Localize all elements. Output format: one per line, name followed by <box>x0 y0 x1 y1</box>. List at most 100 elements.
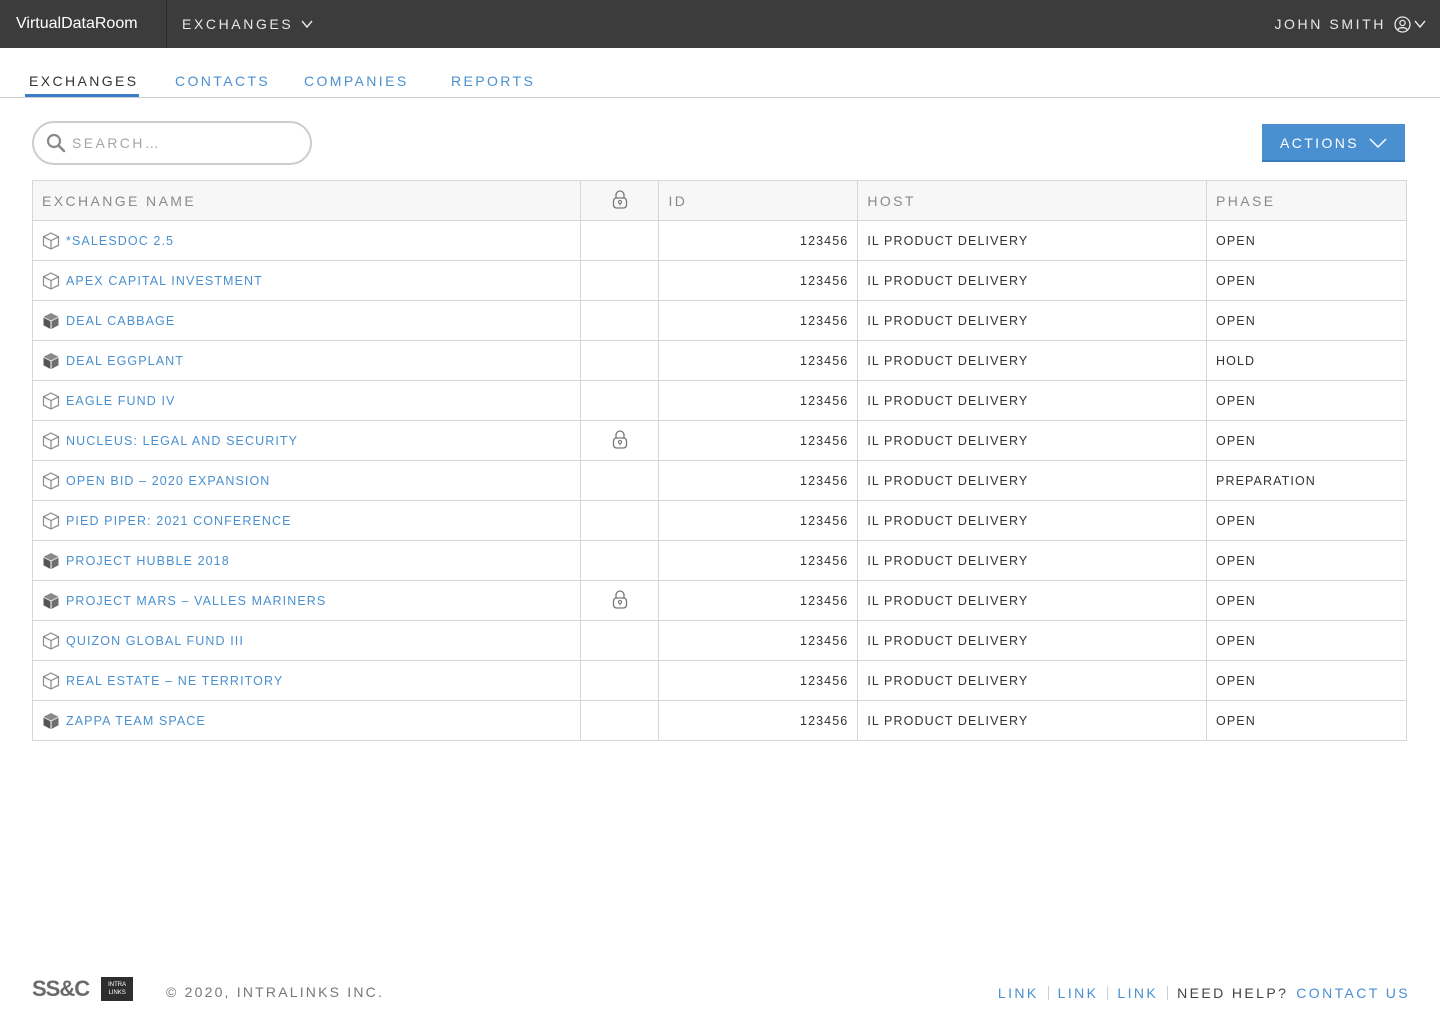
column-header-exchange-name[interactable]: EXCHANGE NAME <box>32 180 581 221</box>
exchange-name-cell[interactable]: PROJECT MARS – VALLES MARINERS <box>32 580 581 621</box>
id-cell: 123456 <box>658 620 859 661</box>
exchange-name-link[interactable]: ZAPPA TEAM SPACE <box>66 714 206 728</box>
phase-cell: HOLD <box>1206 340 1407 381</box>
box-filled-icon <box>43 352 59 369</box>
host-cell: IL PRODUCT DELIVERY <box>857 300 1208 341</box>
exchange-name-cell[interactable]: DEAL EGGPLANT <box>32 340 581 381</box>
search-box[interactable] <box>32 121 312 165</box>
exchange-name-link[interactable]: PROJECT HUBBLE 2018 <box>66 554 230 568</box>
lock-cell <box>579 660 660 701</box>
contact-us-link[interactable]: CONTACT US <box>1296 985 1410 1001</box>
box-outline-icon <box>42 671 60 690</box>
box-outline-icon <box>42 631 60 650</box>
host-cell: IL PRODUCT DELIVERY <box>857 220 1208 261</box>
lock-cell <box>579 620 660 661</box>
phase-cell: OPEN <box>1206 620 1407 661</box>
footer-link-1[interactable]: LINK <box>998 985 1039 1001</box>
phase-cell: OPEN <box>1206 300 1407 341</box>
box-filled-icon <box>43 312 59 329</box>
intralinks-logo-line2: LINKS <box>108 990 126 996</box>
box-filled-icon <box>43 592 59 609</box>
table-row[interactable]: PIED PIPER: 2021 CONFERENCE 123456 IL PROD… <box>32 500 1407 541</box>
id-cell: 123456 <box>658 220 859 261</box>
id-cell: 123456 <box>658 700 859 741</box>
footer-link-2[interactable]: LINK <box>1058 985 1099 1001</box>
table-row[interactable]: OPEN BID – 2020 EXPANSION 123456 IL PRODUC… <box>32 460 1407 501</box>
lock-icon <box>612 590 627 609</box>
lock-cell <box>579 300 660 341</box>
id-cell: 123456 <box>658 260 859 301</box>
tab-companies[interactable]: COMPANIES <box>304 73 409 89</box>
brand-logo[interactable]: VirtualDataRoom <box>0 0 167 48</box>
exchange-name-cell[interactable]: *SALESDOC 2.5 <box>32 220 581 261</box>
column-header-id[interactable]: ID <box>658 180 859 221</box>
tab-reports[interactable]: REPORTS <box>451 73 535 89</box>
table-row[interactable]: PROJECT HUBBLE 2018 123456 IL PRODUCT DELI… <box>32 540 1407 581</box>
host-cell: IL PRODUCT DELIVERY <box>857 540 1208 581</box>
intralinks-logo-line1: INTRA <box>108 982 127 988</box>
divider <box>1167 986 1169 1000</box>
table-row[interactable]: ZAPPA TEAM SPACE 123456 IL PRODUCT DELIVER… <box>32 700 1407 741</box>
exchange-name-link[interactable]: QUIZON GLOBAL FUND III <box>66 634 244 648</box>
host-cell: IL PRODUCT DELIVERY <box>857 500 1208 541</box>
exchange-name-cell[interactable]: ZAPPA TEAM SPACE <box>32 700 581 741</box>
exchange-name-cell[interactable]: QUIZON GLOBAL FUND III <box>32 620 581 661</box>
phase-cell: OPEN <box>1206 420 1407 461</box>
chevron-down-icon <box>301 20 313 29</box>
divider <box>1047 986 1049 1000</box>
active-tab-indicator <box>25 94 139 97</box>
table-row[interactable]: APEX CAPITAL INVESTMENT 123456 IL PRODUCT … <box>32 260 1407 301</box>
exchanges-dropdown[interactable]: EXCHANGES <box>167 0 313 48</box>
exchange-name-link[interactable]: DEAL CABBAGE <box>66 314 175 328</box>
company-logo: SS&C INTRA LINKS <box>32 976 134 1002</box>
exchange-name-cell[interactable]: APEX CAPITAL INVESTMENT <box>32 260 581 301</box>
exchange-name-link[interactable]: REAL ESTATE – NE TERRITORY <box>66 674 283 688</box>
ssc-logo: SS&C <box>32 976 90 1001</box>
column-header-host[interactable]: HOST <box>857 180 1208 221</box>
exchange-name-cell[interactable]: PROJECT HUBBLE 2018 <box>32 540 581 581</box>
host-cell: IL PRODUCT DELIVERY <box>857 420 1208 461</box>
table-row[interactable]: NUCLEUS: LEGAL AND SECURITY 123456 IL PROD… <box>32 420 1407 461</box>
table-row[interactable]: QUIZON GLOBAL FUND III 123456 IL PRODUCT D… <box>32 620 1407 661</box>
lock-cell <box>579 380 660 421</box>
table-row[interactable]: DEAL CABBAGE 123456 IL PRODUCT DELIVERY OPE… <box>32 300 1407 341</box>
actions-button[interactable]: ACTIONS <box>1262 124 1405 162</box>
user-name: JOHN SMITH <box>1274 16 1386 32</box>
exchange-name-link[interactable]: PIED PIPER: 2021 CONFERENCE <box>66 514 292 528</box>
exchange-name-link[interactable]: APEX CAPITAL INVESTMENT <box>66 274 263 288</box>
exchange-name-cell[interactable]: EAGLE FUND IV <box>32 380 581 421</box>
lock-icon <box>612 430 627 449</box>
table-row[interactable]: PROJECT MARS – VALLES MARINERS 123456 IL P… <box>32 580 1407 621</box>
column-header-lock[interactable] <box>579 180 660 221</box>
footer-link-3[interactable]: LINK <box>1117 985 1158 1001</box>
id-cell: 123456 <box>658 580 859 621</box>
phase-cell: OPEN <box>1206 540 1407 581</box>
phase-cell: OPEN <box>1206 220 1407 261</box>
exchange-name-link[interactable]: OPEN BID – 2020 EXPANSION <box>66 474 270 488</box>
box-filled-icon <box>43 712 59 729</box>
exchange-name-link[interactable]: *SALESDOC 2.5 <box>66 234 174 248</box>
box-filled-icon <box>43 552 59 569</box>
column-header-phase[interactable]: PHASE <box>1206 180 1407 221</box>
exchange-name-link[interactable]: EAGLE FUND IV <box>66 394 175 408</box>
exchange-name-cell[interactable]: PIED PIPER: 2021 CONFERENCE <box>32 500 581 541</box>
table-row[interactable]: DEAL EGGPLANT 123456 IL PRODUCT DELIVERY HO… <box>32 340 1407 381</box>
phase-cell: PREPARATION <box>1206 460 1407 501</box>
table-row[interactable]: EAGLE FUND IV 123456 IL PRODUCT DELIVERY OP… <box>32 380 1407 421</box>
tab-exchanges[interactable]: EXCHANGES <box>29 73 139 89</box>
tab-contacts[interactable]: CONTACTS <box>175 73 270 89</box>
exchange-name-link[interactable]: NUCLEUS: LEGAL AND SECURITY <box>66 434 298 448</box>
exchange-name-link[interactable]: DEAL EGGPLANT <box>66 354 184 368</box>
box-outline-icon <box>42 231 60 250</box>
search-input[interactable] <box>72 135 292 151</box>
table-row[interactable]: *SALESDOC 2.5 123456 IL PRODUCT DELIVERY OP… <box>32 220 1407 261</box>
actions-label: ACTIONS <box>1279 135 1360 151</box>
exchange-name-cell[interactable]: DEAL CABBAGE <box>32 300 581 341</box>
host-cell: IL PRODUCT DELIVERY <box>857 340 1208 381</box>
table-row[interactable]: REAL ESTATE – NE TERRITORY 123456 IL PRODU… <box>32 660 1407 701</box>
exchange-name-link[interactable]: PROJECT MARS – VALLES MARINERS <box>66 594 326 608</box>
exchange-name-cell[interactable]: NUCLEUS: LEGAL AND SECURITY <box>32 420 581 461</box>
exchange-name-cell[interactable]: OPEN BID – 2020 EXPANSION <box>32 460 581 501</box>
user-menu[interactable]: JOHN SMITH <box>1274 0 1426 48</box>
exchange-name-cell[interactable]: REAL ESTATE – NE TERRITORY <box>32 660 581 701</box>
